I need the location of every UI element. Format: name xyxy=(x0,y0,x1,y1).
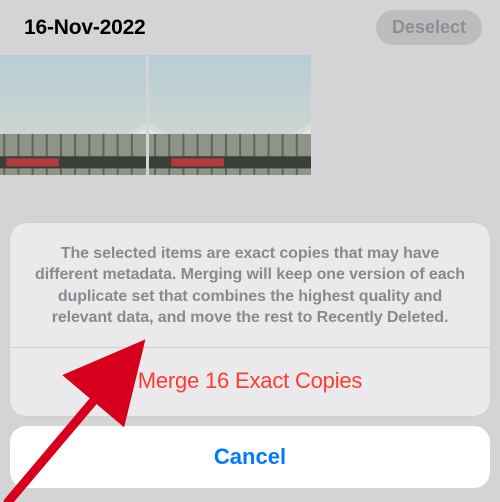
merge-exact-copies-button[interactable]: Merge 16 Exact Copies xyxy=(10,348,490,416)
photo-thumbnail[interactable] xyxy=(149,55,311,175)
action-sheet: The selected items are exact copies that… xyxy=(10,223,490,416)
section-date-title: 16-Nov-2022 xyxy=(24,16,146,40)
duplicate-thumbnails-row xyxy=(0,55,500,175)
action-sheet-container: The selected items are exact copies that… xyxy=(0,223,500,502)
screen-root: 16-Nov-2022 Deselect xyxy=(0,0,500,502)
action-sheet-message: The selected items are exact copies that… xyxy=(10,223,490,347)
deselect-button[interactable]: Deselect xyxy=(376,10,482,45)
header-bar: 16-Nov-2022 Deselect xyxy=(0,0,500,53)
photo-thumbnail[interactable] xyxy=(0,55,146,175)
cancel-button[interactable]: Cancel xyxy=(10,426,490,488)
